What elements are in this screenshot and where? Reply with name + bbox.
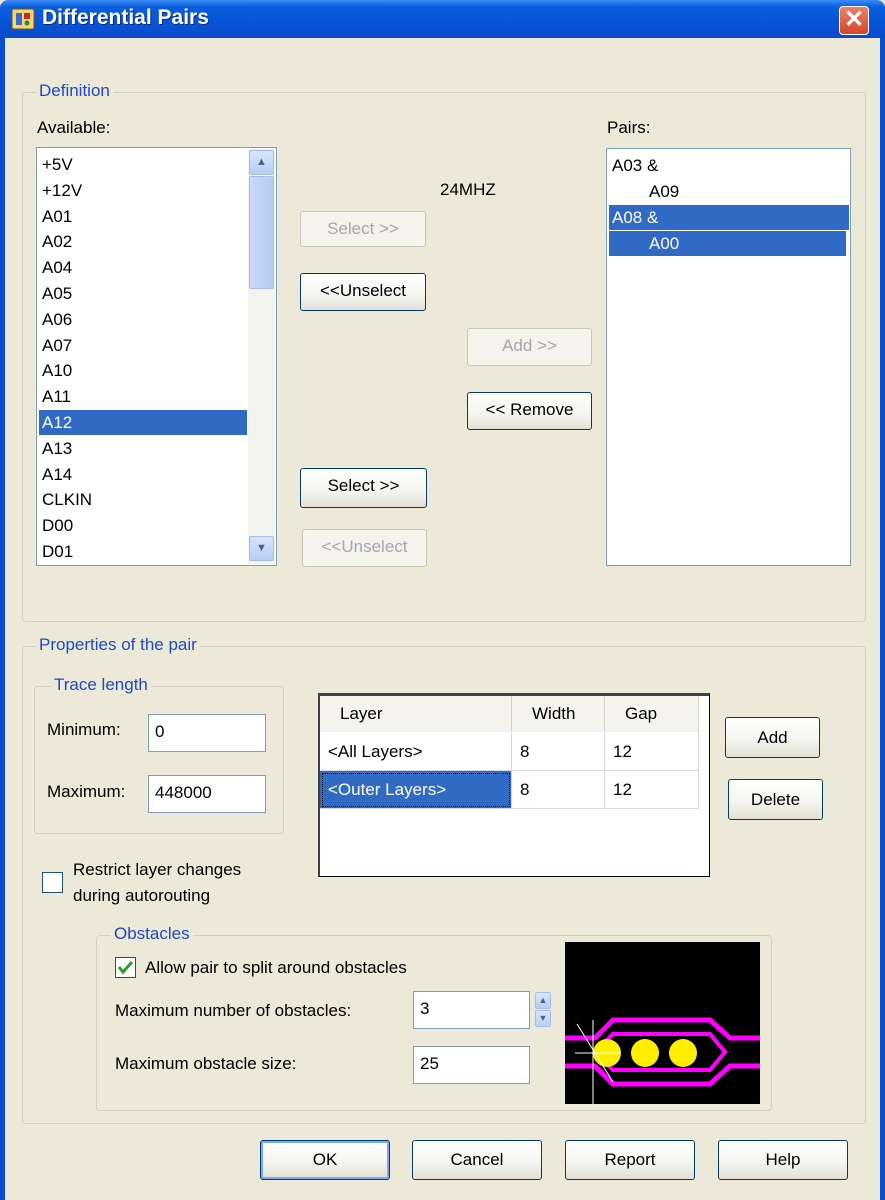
available-list-item[interactable]: A05 [39, 281, 247, 306]
available-list-item[interactable]: D00 [39, 513, 247, 538]
pair-item-second[interactable]: A09 [609, 179, 846, 204]
pairs-label: Pairs: [607, 118, 651, 137]
available-list-item[interactable]: A02 [39, 229, 247, 254]
restrict-label-line2: during autorouting [73, 886, 211, 905]
select-button-top[interactable]: Select >> [300, 211, 426, 247]
spin-up-button[interactable]: ▲ [535, 992, 551, 1009]
column-header-width[interactable]: Width [512, 696, 605, 732]
restrict-label-line1: Restrict layer changes [73, 860, 242, 879]
add-layer-button[interactable]: Add [725, 717, 820, 758]
window-title: Differential Pairs [42, 6, 209, 29]
available-list-item[interactable]: +5V [39, 152, 247, 177]
cancel-button[interactable]: Cancel [412, 1140, 542, 1180]
allow-split-checkbox[interactable] [115, 957, 136, 978]
minimum-input[interactable]: 0 [148, 714, 266, 752]
pair-item-first[interactable]: A08 & [609, 205, 849, 230]
max-size-label: Maximum obstacle size: [115, 1054, 297, 1073]
column-header-layer[interactable]: Layer [320, 696, 512, 732]
close-button[interactable]: ✕ [839, 6, 869, 35]
unselect-button-bottom[interactable]: <<Unselect [302, 529, 427, 567]
properties-legend: Properties of the pair [36, 635, 200, 655]
definition-legend: Definition [36, 81, 113, 101]
minimum-label: Minimum: [47, 720, 121, 739]
available-list-item[interactable]: A13 [39, 436, 247, 461]
window-frame-left [0, 38, 5, 1200]
available-label: Available: [37, 118, 111, 137]
chevron-down-icon: ▼ [256, 542, 267, 554]
allow-split-label: Allow pair to split around obstacles [145, 958, 407, 977]
max-number-label: Maximum number of obstacles: [115, 1001, 352, 1020]
available-list-item[interactable]: A06 [39, 307, 247, 332]
unselect-button-top[interactable]: <<Unselect [300, 273, 426, 311]
scroll-down-button[interactable]: ▼ [249, 536, 274, 561]
column-header-gap[interactable]: Gap [605, 696, 699, 732]
pcb-app-icon [11, 8, 35, 30]
scroll-up-button[interactable]: ▲ [249, 150, 274, 175]
available-list-item[interactable]: A01 [39, 204, 247, 229]
table-cell-gap[interactable]: 12 [605, 733, 699, 771]
available-list-item[interactable]: D01 [39, 539, 247, 564]
select-button-bottom[interactable]: Select >> [300, 468, 427, 508]
available-list-item[interactable]: A04 [39, 255, 247, 280]
chevron-up-icon: ▲ [538, 995, 548, 1005]
delete-layer-button[interactable]: Delete [728, 779, 823, 820]
help-button[interactable]: Help [718, 1140, 848, 1180]
max-obstacles-input[interactable]: 3 [413, 991, 530, 1029]
ok-button[interactable]: OK [260, 1140, 390, 1180]
available-scrollbar[interactable]: ▲ ▼ [248, 149, 275, 564]
available-list-item[interactable]: A14 [39, 462, 247, 487]
obstacle-preview-image [565, 942, 760, 1104]
max-size-input[interactable]: 25 [413, 1046, 530, 1084]
restrict-layer-changes-checkbox[interactable] [42, 872, 63, 893]
available-listbox[interactable]: +5V +12V A01 A02 A04 A05 A06 A07 A10 A11 A12 A13 A14… [36, 147, 277, 566]
window-frame-right [880, 38, 885, 1200]
available-list-item[interactable]: +12V [39, 178, 247, 203]
layer-table[interactable]: Layer Width Gap <All Layers> 8 12 <Outer… [318, 693, 710, 877]
maximum-label: Maximum: [47, 782, 126, 801]
available-list-item-selected[interactable]: A12 [39, 410, 247, 435]
scroll-thumb[interactable] [249, 176, 274, 289]
pair-item-second[interactable]: A00 [609, 231, 846, 256]
trace-length-legend: Trace length [51, 675, 151, 695]
available-list-item[interactable]: CLKIN [39, 487, 247, 512]
add-pair-button[interactable]: Add >> [467, 328, 592, 366]
available-list-item[interactable]: A07 [39, 333, 247, 358]
maximum-input[interactable]: 448000 [148, 775, 266, 813]
table-cell-layer[interactable]: <All Layers> [320, 733, 512, 771]
report-button[interactable]: Report [565, 1140, 695, 1180]
table-cell-gap[interactable]: 12 [605, 771, 699, 809]
table-cell-width[interactable]: 8 [512, 733, 605, 771]
pairs-listbox[interactable]: A03 & A09 A08 & A00 [606, 148, 851, 566]
chevron-up-icon: ▲ [256, 156, 267, 168]
table-cell-width[interactable]: 8 [512, 771, 605, 809]
available-list-item[interactable]: A11 [39, 384, 247, 409]
available-list-item[interactable]: A10 [39, 358, 247, 383]
spin-down-button[interactable]: ▼ [535, 1010, 551, 1027]
table-cell-layer-selected[interactable]: <Outer Layers> [320, 771, 512, 809]
close-icon: ✕ [843, 6, 865, 33]
chevron-down-icon: ▼ [538, 1013, 548, 1023]
obstacles-legend: Obstacles [111, 924, 193, 944]
remove-pair-button[interactable]: << Remove [467, 392, 592, 430]
pair-item-first[interactable]: A03 & [609, 153, 849, 178]
checkmark-icon [117, 960, 134, 975]
net-name-label: 24MHZ [440, 180, 496, 199]
